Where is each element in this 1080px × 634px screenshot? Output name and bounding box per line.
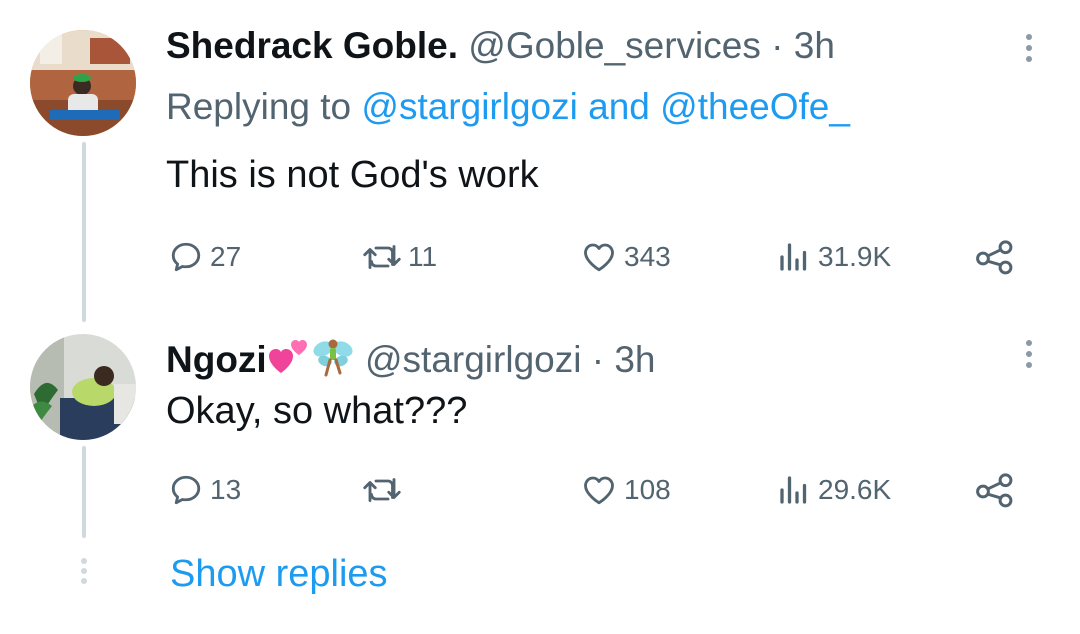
retweet-button[interactable] xyxy=(362,470,408,510)
fairy-emoji xyxy=(311,335,355,389)
like-button[interactable]: 108 xyxy=(580,470,671,510)
mention-link[interactable]: @stargirlgozi xyxy=(361,86,577,127)
tweet-header: Ngozi @stargirlgozi · 3h xyxy=(166,335,656,389)
views-count: 29.6K xyxy=(818,474,892,505)
views-button[interactable]: 31.9K xyxy=(776,237,891,277)
tweet-text: Okay, so what??? xyxy=(166,390,468,432)
separator: · xyxy=(771,25,784,66)
views-icon xyxy=(780,476,807,504)
share-button[interactable] xyxy=(974,237,1016,277)
reply-icon xyxy=(171,242,201,272)
reply-icon xyxy=(171,475,201,505)
author-name[interactable]: Ngozi xyxy=(166,339,267,380)
replying-and: and xyxy=(588,86,650,127)
separator: · xyxy=(591,338,605,380)
share-button[interactable] xyxy=(974,470,1016,510)
reply-button[interactable]: 27 xyxy=(168,237,241,277)
tweet-header: Shedrack Goble. @Goble_services · 3h xyxy=(166,24,835,68)
replying-to-label: Replying to xyxy=(166,86,352,127)
like-count: 108 xyxy=(624,474,671,505)
author-handle[interactable]: @Goble_services xyxy=(468,25,761,66)
more-icon[interactable] xyxy=(1022,34,1036,67)
more-icon[interactable] xyxy=(1022,340,1036,373)
retweet-count: 11 xyxy=(408,241,438,272)
like-button[interactable]: 343 xyxy=(580,237,671,277)
retweet-icon xyxy=(363,478,401,502)
views-icon xyxy=(780,243,807,271)
thread-line xyxy=(82,446,86,538)
retweet-button[interactable]: 11 xyxy=(362,237,437,277)
thread-line xyxy=(82,142,86,322)
avatar[interactable] xyxy=(30,334,136,440)
tweet-actions: 27 11 343 31.9K xyxy=(166,237,1030,277)
share-icon xyxy=(976,240,1013,275)
reply-count: 27 xyxy=(210,241,242,272)
reply-button[interactable]: 13 xyxy=(168,470,241,510)
views-button[interactable]: 29.6K xyxy=(776,470,891,510)
tweet-text: This is not God's work xyxy=(166,154,539,196)
share-icon xyxy=(976,473,1013,508)
like-icon xyxy=(584,243,614,272)
author-name[interactable]: Shedrack Goble. xyxy=(166,25,458,66)
like-count: 343 xyxy=(624,241,671,272)
timestamp[interactable]: 3h xyxy=(794,25,835,66)
author-handle[interactable]: @stargirlgozi xyxy=(365,339,581,380)
views-count: 31.9K xyxy=(818,241,892,272)
two-hearts-emoji xyxy=(267,337,311,387)
mention-link[interactable]: @theeOfe_ xyxy=(660,86,850,127)
thread-dots xyxy=(81,558,87,588)
show-replies-link[interactable]: Show replies xyxy=(170,551,388,597)
reply-count: 13 xyxy=(210,474,242,505)
like-icon xyxy=(584,476,614,505)
replying-to: Replying to @stargirlgozi and @theeOfe_ xyxy=(166,85,850,129)
retweet-icon xyxy=(363,245,401,269)
tweet-actions: 13 108 29.6K xyxy=(166,470,1030,510)
timestamp[interactable]: 3h xyxy=(614,339,655,380)
avatar[interactable] xyxy=(30,30,136,136)
